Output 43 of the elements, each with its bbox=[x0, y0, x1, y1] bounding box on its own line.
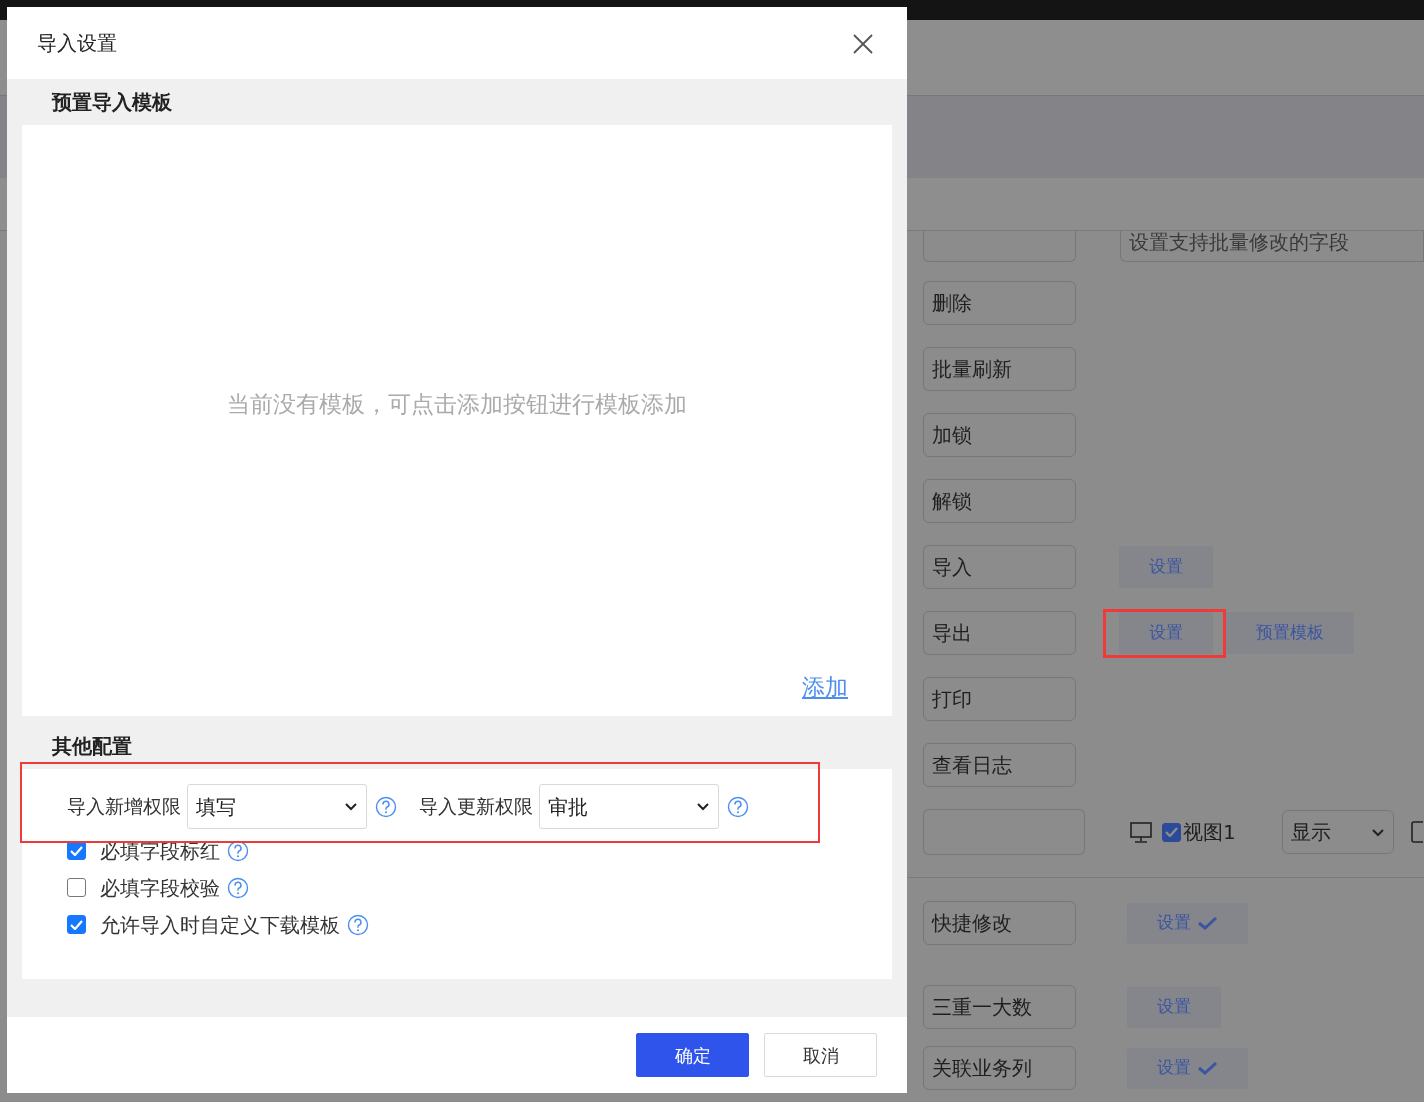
checkbox[interactable] bbox=[67, 915, 86, 934]
batch-fields-field[interactable]: 设置支持批量修改的字段 bbox=[1120, 231, 1424, 262]
action-name-field[interactable]: 导入 bbox=[923, 545, 1076, 589]
cancel-button[interactable]: 取消 bbox=[764, 1033, 877, 1077]
action-name-field[interactable]: 打印 bbox=[923, 677, 1076, 721]
chevron-down-icon bbox=[1370, 826, 1385, 838]
action-name-field[interactable]: 批量刷新 bbox=[923, 347, 1076, 391]
action-name-field[interactable]: 加锁 bbox=[923, 413, 1076, 457]
help-icon bbox=[347, 913, 369, 936]
check-icon bbox=[1197, 915, 1218, 931]
section-title: 预置导入模板 bbox=[50, 89, 173, 116]
view-label: 视图1 bbox=[1183, 819, 1236, 846]
permission-label: 导入更新权限 bbox=[419, 794, 533, 820]
checkbox[interactable] bbox=[1162, 822, 1181, 842]
action-name-field[interactable]: 导出 bbox=[923, 611, 1076, 655]
tablet-icon bbox=[1410, 821, 1423, 843]
permission-label: 导入新增权限 bbox=[67, 794, 181, 820]
close-button[interactable] bbox=[853, 31, 873, 55]
display-select[interactable]: 显示 bbox=[1281, 810, 1394, 854]
section-title: 其他配置 bbox=[51, 733, 133, 760]
action-name-field[interactable]: 解锁 bbox=[923, 479, 1076, 523]
add-link[interactable]: 添加 bbox=[802, 669, 848, 704]
monitor-icon bbox=[1130, 821, 1152, 843]
checkbox[interactable] bbox=[67, 878, 86, 897]
action-name-field[interactable]: 查看日志 bbox=[923, 743, 1076, 787]
help-icon bbox=[375, 795, 397, 818]
help-icon bbox=[227, 876, 249, 899]
check-icon bbox=[1197, 1060, 1218, 1076]
confirm-button[interactable]: 确定 bbox=[636, 1033, 749, 1077]
action-name-field[interactable]: 删除 bbox=[923, 281, 1076, 325]
option-label: 必填字段校验 bbox=[100, 874, 220, 902]
permission-select[interactable]: 填写 bbox=[187, 784, 367, 829]
option-label: 必填字段标红 bbox=[100, 837, 220, 865]
permission-select[interactable]: 审批 bbox=[539, 784, 719, 829]
empty-message: 当前没有模板，可点击添加按钮进行模板添加 bbox=[227, 390, 687, 419]
action-name-field[interactable]: 快捷修改 bbox=[923, 901, 1076, 945]
help-icon bbox=[727, 795, 749, 818]
option-label: 允许导入时自定义下载模板 bbox=[100, 911, 340, 939]
chevron-down-icon bbox=[344, 801, 358, 812]
chevron-down-icon bbox=[696, 801, 710, 812]
action-name-field[interactable]: 关联业务列 bbox=[923, 1046, 1076, 1090]
dialog-title: 导入设置 bbox=[37, 30, 117, 57]
action-name-field[interactable]: 三重一大数 bbox=[923, 985, 1076, 1029]
